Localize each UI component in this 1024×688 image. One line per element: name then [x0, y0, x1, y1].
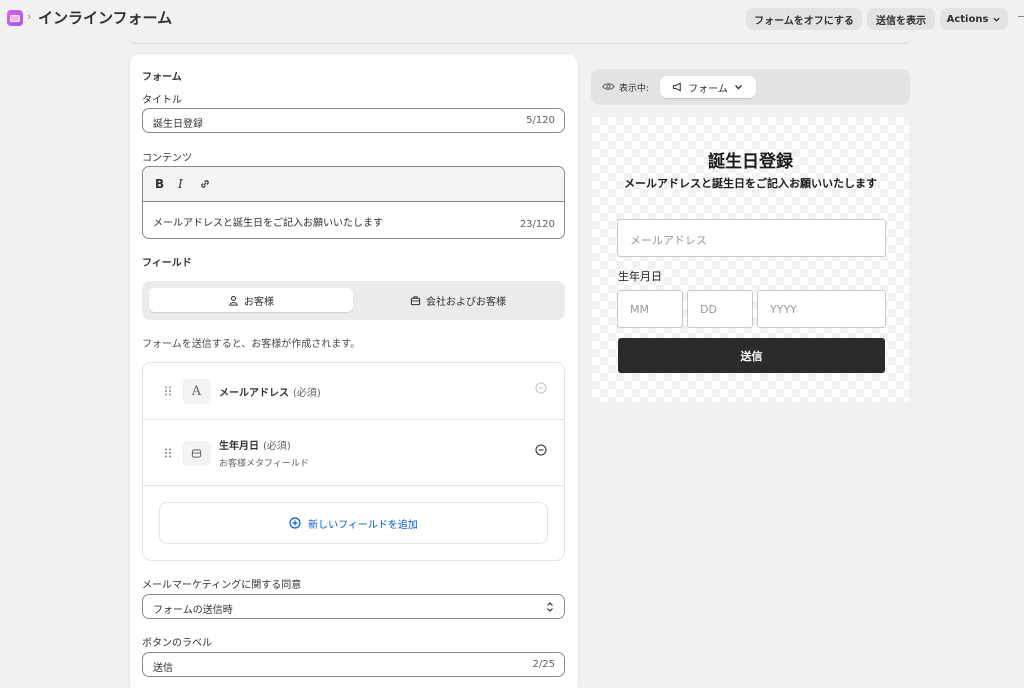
title-value: 誕生日登録 [153, 119, 203, 130]
forms-app-icon[interactable] [7, 10, 23, 26]
header-divider [130, 38, 910, 44]
fields-list: A メールアドレス (必須) 生年月日 (必須) お客様メタフィールド 新しいフィー… [142, 362, 565, 561]
preview-view-select[interactable]: フォーム [660, 76, 756, 98]
preview-toolbar: 表示中: フォーム [591, 69, 910, 105]
remove-circle-icon [535, 382, 547, 394]
section-title: フォーム [142, 72, 182, 83]
megaphone-icon [673, 82, 681, 92]
field-name: 生年月日 (必須) [219, 441, 291, 452]
actions-menu-button[interactable]: Actions [940, 8, 1008, 30]
turn-off-form-button[interactable]: フォームをオフにする [746, 8, 862, 30]
field-row-birthday[interactable]: 生年月日 (必須) お客様メタフィールド [143, 420, 564, 486]
briefcase-icon [410, 295, 421, 305]
preview-month-input[interactable]: MM [617, 290, 683, 328]
form-settings-panel: フォーム タイトル 誕生日登録 5/120 コンテンツ B I メールアドレスと… [130, 54, 578, 688]
chevron-down-icon [734, 85, 742, 90]
preview-birthday-label: 生年月日 [618, 270, 662, 283]
content-char-count: 23/120 [519, 219, 555, 230]
italic-button[interactable]: I [178, 177, 183, 191]
page-title: インラインフォーム [38, 9, 173, 27]
fields-label: フィールド [142, 258, 192, 269]
person-icon [229, 295, 238, 306]
title-label: タイトル [142, 95, 182, 106]
segment-customer[interactable]: お客様 [149, 288, 353, 312]
field-row-email[interactable]: A メールアドレス (必須) [143, 363, 564, 420]
chevron-down-icon [993, 17, 1001, 22]
editor-toolbar: B I [143, 167, 564, 202]
form-preview-canvas: 誕生日登録 メールアドレスと誕生日をご記入お願いいたします メールアドレス 生年… [592, 117, 909, 402]
overflow-indicator [1018, 16, 1024, 20]
preview-year-input[interactable]: YYYY [757, 290, 886, 328]
button-label-label: ボタンのラベル [142, 638, 212, 649]
remove-circle-icon[interactable] [535, 444, 547, 456]
drag-handle-icon[interactable] [164, 448, 172, 458]
segment-company-and-customer[interactable]: 会社およびお客様 [356, 288, 560, 312]
marketing-consent-select[interactable]: フォームの送信時 [142, 594, 565, 619]
title-input[interactable]: 誕生日登録 5/120 [142, 108, 565, 133]
add-field-button[interactable]: 新しいフィールドを追加 [159, 502, 548, 544]
content-label: コンテンツ [142, 153, 192, 164]
plus-circle-icon [289, 517, 301, 529]
show-submissions-button[interactable]: 送信を表示 [867, 8, 935, 30]
preview-email-input[interactable]: メールアドレス [617, 219, 886, 257]
field-name: メールアドレス (必須) [219, 388, 321, 399]
link-icon[interactable] [199, 178, 211, 190]
helper-text: フォームを送信すると、お客様が作成されます。 [142, 339, 361, 350]
showing-label: 表示中: [619, 84, 650, 94]
breadcrumb-separator: › [27, 10, 32, 23]
metafield-icon [182, 441, 211, 466]
preview-day-input[interactable]: DD [687, 290, 753, 328]
select-chevron-icon [547, 602, 553, 612]
text-icon: A [182, 379, 211, 404]
drag-handle-icon[interactable] [164, 386, 172, 396]
eye-icon [602, 83, 615, 90]
button-label-value: 送信 [153, 663, 173, 674]
content-editor[interactable]: B I メールアドレスと誕生日をご記入お願いいたします 23/120 [142, 166, 565, 239]
button-label-char-count: 2/25 [532, 659, 555, 670]
button-label-input[interactable]: 送信 2/25 [142, 652, 565, 677]
title-char-count: 5/120 [526, 115, 555, 126]
preview-form-title: 誕生日登録 [708, 152, 793, 172]
field-subtitle: お客様メタフィールド [219, 459, 309, 469]
preview-form-description: メールアドレスと誕生日をご記入お願いいたします [624, 177, 877, 190]
content-value: メールアドレスと誕生日をご記入お願いいたします [153, 218, 383, 229]
marketing-consent-label: メールマーケティングに関する同意 [142, 580, 302, 591]
preview-submit-button[interactable]: 送信 [618, 338, 885, 373]
customer-type-segmented-control: お客様 会社およびお客様 [142, 281, 565, 320]
top-bar: › インラインフォーム フォームをオフにする 送信を表示 Actions [0, 0, 1024, 38]
bold-button[interactable]: B [155, 177, 164, 191]
